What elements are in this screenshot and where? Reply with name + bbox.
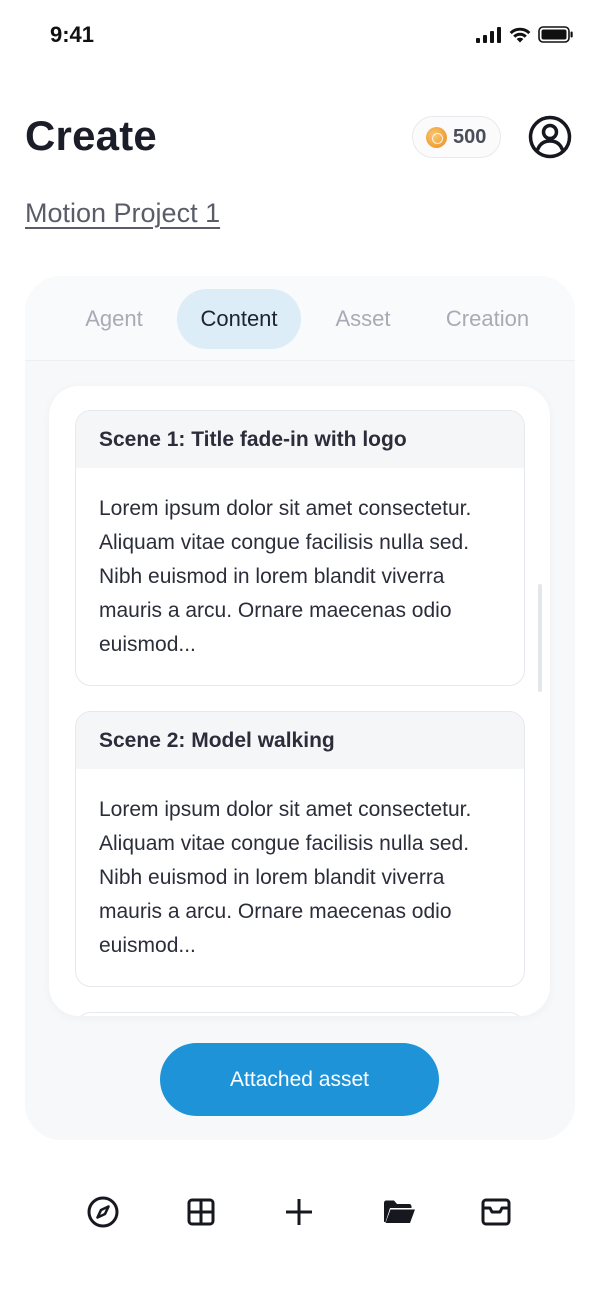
app-screen: 9:41 Create 500 Motion Project 1 Agent C… [0,0,600,1297]
user-circle-icon [528,115,572,159]
content-panel: Agent Content Asset Creation Scene 1: Ti… [25,276,575,1140]
page-title: Create [25,112,157,159]
nav-archive[interactable] [476,1192,516,1232]
scene-card[interactable]: Scene 2: Model walking Lorem ipsum dolor… [75,711,525,987]
grid-icon [187,1198,215,1226]
scene-card[interactable]: Scene 1: Title fade-in with logo Lorem i… [75,410,525,686]
scene-title: Scene 2: Model walking [76,712,524,769]
cellular-signal-icon [476,26,501,43]
nav-create[interactable] [279,1192,319,1232]
attached-asset-button[interactable]: Attached asset [160,1043,439,1116]
wifi-icon [509,27,531,43]
coin-balance-badge[interactable]: 500 [412,116,501,158]
coin-icon [426,126,447,148]
tab-asset[interactable]: Asset [323,289,403,349]
status-icons [476,26,574,43]
nav-folders[interactable] [379,1192,419,1232]
coin-count: 500 [453,125,487,148]
status-time: 9:41 [50,22,95,47]
scene-description: Lorem ipsum dolor sit amet consectetur. … [99,497,472,656]
compass-icon [87,1196,119,1228]
status-bar: 9:41 [0,18,600,54]
tab-content[interactable]: Content [177,289,301,349]
scrollbar-thumb[interactable] [538,584,542,692]
folder-icon [384,1200,415,1223]
profile-button[interactable] [528,115,572,159]
scene-list[interactable]: Scene 1: Title fade-in with logo Lorem i… [49,386,550,1016]
plus-icon [286,1199,312,1225]
scene-card-partial[interactable] [75,1012,525,1016]
nav-grid[interactable] [181,1192,221,1232]
tab-bar: Agent Content Asset Creation [25,276,575,361]
scene-description: Lorem ipsum dolor sit amet consectetur. … [99,798,472,957]
battery-icon [538,26,573,43]
tab-agent[interactable]: Agent [69,289,159,349]
archive-icon [481,1198,511,1226]
bottom-nav [0,1188,600,1236]
nav-explore[interactable] [83,1192,123,1232]
tab-creation[interactable]: Creation [435,289,540,349]
project-name-link[interactable]: Motion Project 1 [25,198,220,229]
scene-title: Scene 1: Title fade-in with logo [76,411,524,468]
